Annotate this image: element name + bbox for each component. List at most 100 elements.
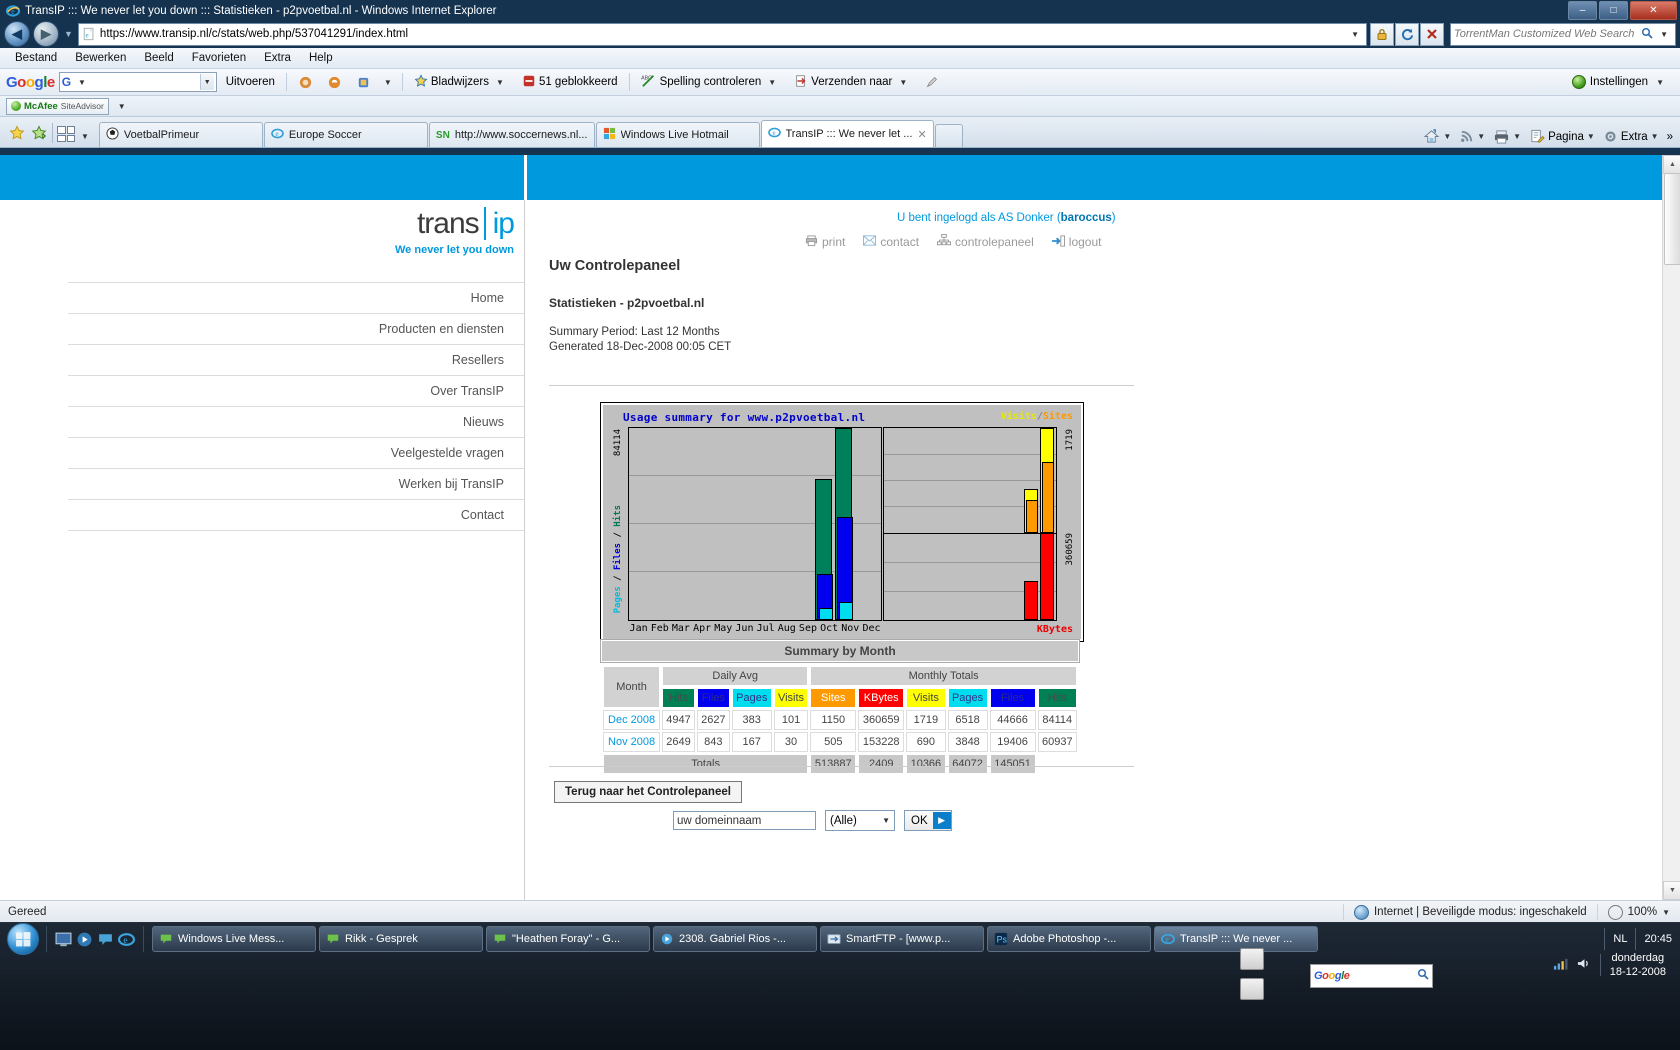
show-desktop-icon[interactable]	[55, 931, 72, 948]
close-button[interactable]: ✕	[1630, 1, 1677, 20]
logout-link[interactable]: logout	[1051, 234, 1101, 250]
lock-icon[interactable]	[1370, 22, 1394, 46]
mcafee-siteadvisor-button[interactable]: McAfee SiteAdvisor	[6, 97, 109, 115]
google-input-dropdown-icon[interactable]: ▼	[199, 74, 214, 90]
toolbar-more-icon[interactable]: ▼	[380, 78, 396, 87]
print-link[interactable]: print	[805, 234, 845, 250]
menu-help[interactable]: Help	[300, 50, 342, 66]
domain-select[interactable]: (Alle) ▼	[825, 810, 895, 831]
network-icon[interactable]	[1553, 957, 1568, 974]
controlepaneel-link[interactable]: controlepaneel	[937, 234, 1034, 250]
browser-tab[interactable]: e Europe Soccer	[263, 122, 428, 147]
browser-tab[interactable]: VoetbalPrimeur	[98, 122, 263, 147]
toolbar-overflow-icon[interactable]: »	[1664, 131, 1676, 143]
menu-extra[interactable]: Extra	[255, 50, 300, 66]
messenger-icon[interactable]	[97, 931, 114, 948]
google-search-input[interactable]: G ▼ ▼	[58, 72, 217, 92]
zoom-control[interactable]: 100% ▼	[1596, 904, 1680, 920]
sidebar-item-faq[interactable]: Veelgestelde vragen	[68, 438, 524, 469]
minimize-button[interactable]: –	[1568, 1, 1597, 20]
ok-button[interactable]: OK ▶	[904, 810, 952, 831]
sidebar-item-werken-bij[interactable]: Werken bij TransIP	[68, 469, 524, 500]
menu-bestand[interactable]: Bestand	[6, 50, 66, 66]
cell: 383	[731, 710, 772, 730]
google-run-label[interactable]: Uitvoeren	[221, 76, 280, 88]
back-button[interactable]: ◀	[4, 21, 30, 47]
media-player-icon[interactable]	[76, 931, 93, 948]
scroll-down-button[interactable]: ▼	[1663, 881, 1680, 900]
browser-tab-active[interactable]: e TransIP ::: We never let ... ✕	[760, 120, 934, 147]
taskbar-item[interactable]: "Heathen Foray" - G...	[486, 926, 650, 952]
desktop-icon[interactable]	[1240, 948, 1264, 970]
contact-link[interactable]: contact	[863, 235, 919, 249]
tab-list-dropdown-icon[interactable]: ▼	[77, 132, 93, 141]
taskbar-item[interactable]: 2308. Gabriel Rios -...	[653, 926, 817, 952]
back-to-controlpanel-button[interactable]: Terug naar het Controlepaneel	[554, 781, 742, 803]
forward-button[interactable]: ▶	[33, 21, 59, 47]
search-icon[interactable]	[1641, 27, 1653, 42]
tools-menu-button[interactable]: Extra ▼	[1600, 129, 1662, 144]
ie-icon[interactable]: e	[118, 931, 135, 948]
taskbar-item[interactable]: Ps Adobe Photoshop -...	[987, 926, 1151, 952]
browser-tab[interactable]: Windows Live Hotmail	[595, 122, 760, 147]
volume-icon[interactable]	[1577, 957, 1591, 973]
menu-favorieten[interactable]: Favorieten	[183, 50, 255, 66]
taskbar-item-active[interactable]: e TransIP ::: We never ...	[1154, 926, 1318, 952]
spellcheck-button[interactable]: ABC Spelling controleren ▼	[636, 74, 786, 91]
url-dropdown-icon[interactable]: ▼	[1347, 30, 1363, 39]
ie-shortcut-icon[interactable]	[293, 75, 318, 90]
vertical-scrollbar[interactable]: ▲ ▼	[1662, 155, 1680, 900]
clock[interactable]: donderdag 18-12-2008	[1610, 951, 1670, 979]
browser-tab[interactable]: SN http://www.soccernews.nl...	[428, 122, 595, 147]
extension-icon[interactable]	[351, 75, 376, 90]
feeds-button[interactable]: ▼	[1456, 129, 1488, 144]
favorites-center-icon[interactable]	[28, 122, 50, 144]
zoom-dropdown-icon[interactable]: ▼	[1662, 908, 1670, 917]
sidebar-item-nieuws[interactable]: Nieuws	[68, 407, 524, 438]
google-desktop-gadget[interactable]: Google	[1310, 964, 1433, 988]
sidebar-item-producten[interactable]: Producten en diensten	[68, 314, 524, 345]
taskbar-item[interactable]: SmartFTP - [www.p...	[820, 926, 984, 952]
sidebar-item-contact[interactable]: Contact	[68, 500, 524, 531]
search-icon[interactable]	[1417, 967, 1429, 985]
scroll-up-button[interactable]: ▲	[1663, 155, 1680, 174]
home-button[interactable]: ▼	[1420, 129, 1454, 144]
search-input[interactable]: TorrentMan Customized Web Search ▼	[1450, 22, 1676, 46]
print-button[interactable]: ▼	[1490, 129, 1524, 144]
maximize-button[interactable]: □	[1599, 1, 1628, 20]
quick-tabs-icon[interactable]	[57, 126, 75, 142]
blocked-button[interactable]: 51 geblokkeerd	[517, 74, 623, 91]
row-month-link[interactable]: Dec 2008	[603, 710, 661, 730]
sendto-button[interactable]: Verzenden naar ▼	[789, 74, 916, 91]
security-zone[interactable]: Internet | Beveiligde modus: ingeschakel…	[1342, 904, 1597, 920]
close-tab-icon[interactable]: ✕	[917, 128, 926, 141]
menu-bewerken[interactable]: Bewerken	[66, 50, 135, 66]
sidebar-item-home[interactable]: Home	[68, 282, 524, 314]
url-bar[interactable]: e https://www.transip.nl/c/stats/web.php…	[77, 22, 1367, 46]
sidebar-item-resellers[interactable]: Resellers	[68, 345, 524, 376]
bookmarks-button[interactable]: Bladwijzers ▼	[409, 73, 513, 91]
add-favorite-icon[interactable]	[6, 122, 28, 144]
chart-right-top-max-label: 1719	[1065, 429, 1075, 451]
taskbar-item[interactable]: Rikk - Gesprek	[319, 926, 483, 952]
search-dropdown-icon[interactable]: ▼	[1656, 30, 1672, 39]
page-menu-button[interactable]: Pagina ▼	[1526, 129, 1598, 144]
history-dropdown-icon[interactable]: ▼	[64, 29, 73, 39]
scrollbar-thumb[interactable]	[1664, 173, 1680, 265]
row-month-link[interactable]: Nov 2008	[603, 732, 661, 752]
taskbar-item[interactable]: Windows Live Mess...	[152, 926, 316, 952]
desktop-icon[interactable]	[1240, 978, 1264, 1000]
new-tab-button[interactable]	[934, 124, 963, 147]
menu-beeld[interactable]: Beeld	[135, 50, 182, 66]
start-button[interactable]	[0, 922, 46, 956]
mcafee-dropdown-icon[interactable]: ▼	[114, 102, 130, 111]
sidebar-item-over-transip[interactable]: Over TransIP	[68, 376, 524, 407]
domain-input[interactable]: uw domeinnaam	[673, 811, 816, 830]
highlight-icon[interactable]	[920, 75, 944, 89]
refresh-icon[interactable]	[1395, 22, 1419, 46]
language-indicator[interactable]: NL	[1613, 933, 1627, 945]
clock-time[interactable]: 20:45	[1644, 933, 1672, 945]
toolbar-settings[interactable]: Instellingen ▼	[1571, 75, 1674, 89]
firefox-shortcut-icon[interactable]	[322, 75, 347, 90]
stop-icon[interactable]	[1420, 22, 1444, 46]
